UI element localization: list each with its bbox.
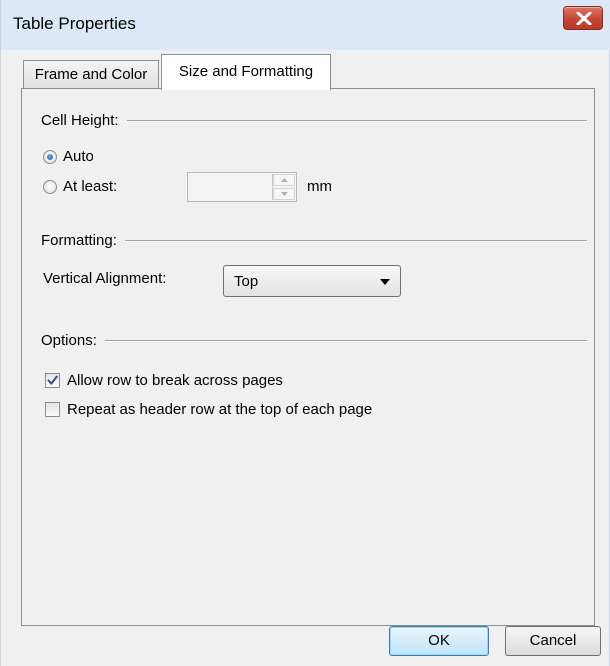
formatting-group: Formatting: <box>41 232 587 249</box>
increment-button[interactable] <box>273 174 295 186</box>
divider <box>124 239 587 242</box>
vertical-alignment-dropdown[interactable]: Top <box>223 265 401 297</box>
repeat-header-row-label: Repeat as header row at the top of each … <box>67 401 373 418</box>
cell-height-heading: Cell Height: <box>41 112 119 129</box>
title-bar[interactable]: Table Properties <box>1 0 610 50</box>
chevron-down-icon <box>280 192 288 196</box>
divider <box>126 119 587 122</box>
close-button[interactable] <box>563 6 603 30</box>
tab-frame-and-color[interactable]: Frame and Color <box>23 60 159 88</box>
dropdown-arrow-icon <box>380 279 390 285</box>
dialog-window: Table Properties Frame and Color Size an… <box>0 0 610 666</box>
tab-panel <box>21 88 595 626</box>
formatting-heading: Formatting: <box>41 232 117 249</box>
ok-button[interactable]: OK <box>389 626 489 656</box>
options-group: Options: <box>41 332 587 349</box>
tab-size-and-formatting[interactable]: Size and Formatting <box>161 54 331 90</box>
checkmark-icon <box>47 375 58 385</box>
vertical-alignment-value: Top <box>234 273 259 290</box>
at-least-radio-option[interactable]: At least: <box>43 178 117 195</box>
cell-height-group: Cell Height: <box>41 112 587 129</box>
repeat-header-row-option[interactable]: Repeat as header row at the top of each … <box>45 401 372 418</box>
at-least-radio[interactable] <box>43 179 57 194</box>
auto-radio-option[interactable]: Auto <box>43 148 94 165</box>
cancel-button[interactable]: Cancel <box>505 626 601 656</box>
vertical-alignment-label: Vertical Alignment: <box>43 270 167 287</box>
dialog-title: Table Properties <box>13 14 136 33</box>
stepper-buttons <box>272 174 295 200</box>
height-unit-label: mm <box>307 178 332 195</box>
decrement-button[interactable] <box>273 188 295 200</box>
repeat-header-row-checkbox[interactable] <box>45 402 60 417</box>
auto-radio[interactable] <box>43 149 57 164</box>
close-icon <box>576 12 592 25</box>
chevron-up-icon <box>280 178 288 182</box>
options-heading: Options: <box>41 332 97 349</box>
auto-radio-label: Auto <box>63 148 94 165</box>
allow-row-break-option[interactable]: Allow row to break across pages <box>45 372 283 389</box>
allow-row-break-checkbox[interactable] <box>45 373 60 388</box>
at-least-height-stepper[interactable] <box>187 172 297 202</box>
allow-row-break-label: Allow row to break across pages <box>67 372 283 389</box>
at-least-radio-label: At least: <box>63 178 118 195</box>
divider <box>104 339 587 342</box>
